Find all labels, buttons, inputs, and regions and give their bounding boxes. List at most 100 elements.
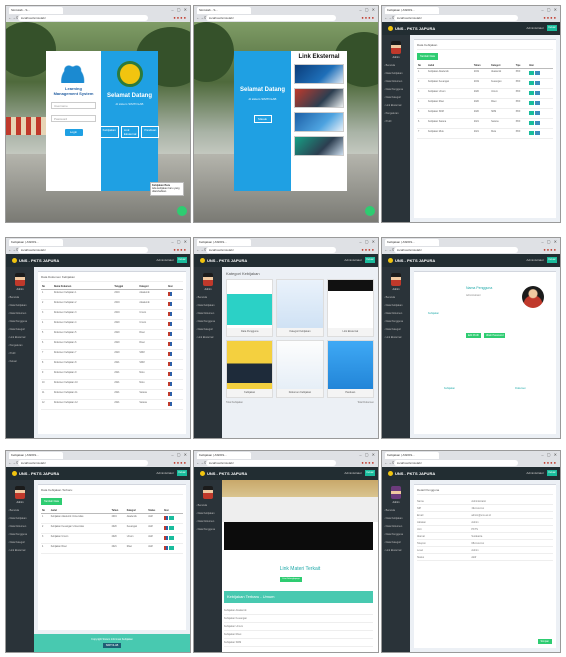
sidebar-item[interactable]: Data Dokumen [382, 525, 410, 528]
sidebar-item[interactable]: Data Kategori [6, 541, 34, 544]
view-icon[interactable] [534, 121, 540, 125]
browser-tab[interactable]: Kebijakan | ASPAS... [385, 7, 439, 14]
address-bar[interactable]: localhost/simtolab/ [206, 247, 336, 253]
save-button[interactable]: Simpan [537, 639, 552, 644]
username-field[interactable]: Username [51, 102, 96, 109]
sidebar-item[interactable]: Beranda [6, 509, 34, 512]
view-icon[interactable] [534, 81, 540, 85]
edit-profile-button[interactable]: Edit Profil [466, 333, 481, 338]
edit-icon[interactable] [168, 536, 174, 540]
sidebar-item[interactable]: Data Dokumen [194, 520, 222, 523]
app-name[interactable]: UNS - PKTS JAPURA [388, 471, 435, 477]
policy-button[interactable]: Kebijakan [99, 126, 119, 138]
address-bar[interactable]: localhost/simtolab/ [394, 247, 518, 253]
logout-button[interactable]: Keluar [177, 470, 187, 476]
window-controls[interactable]: – ▢ ✕ [541, 7, 558, 12]
app-name[interactable]: UNS - PKTS JAPURA [12, 471, 59, 477]
window-controls[interactable]: – ▢ ✕ [359, 452, 376, 457]
extension-icons[interactable]: ●●●● [543, 15, 557, 20]
add-button[interactable]: Tambah Data [41, 498, 62, 505]
sidebar-item[interactable]: Data Dokumen [382, 312, 410, 315]
sidebar-item[interactable]: Beranda [382, 296, 410, 299]
sidebar-item[interactable]: Data Dokumen [194, 312, 222, 315]
sidebar-item[interactable]: Data Kebijakan [194, 304, 222, 307]
window-controls[interactable]: – ▢ ✕ [541, 452, 558, 457]
sidebar-item[interactable]: Data Pengguna [382, 320, 410, 323]
address-bar[interactable]: localhost/simtolab/ [206, 15, 336, 21]
sidebar-item[interactable]: Data Kebijakan [382, 304, 410, 307]
extension-icons[interactable]: ●●●● [543, 460, 557, 465]
external-link-banner[interactable] [294, 112, 344, 132]
window-controls[interactable]: – ▢ ✕ [541, 239, 558, 244]
sidebar-item[interactable]: Beranda [194, 504, 222, 507]
extension-icons[interactable]: ●●●● [173, 247, 187, 252]
address-bar[interactable]: localhost/simtolab/ [18, 460, 148, 466]
edit-icon[interactable] [168, 516, 174, 520]
sidebar-item[interactable]: Beranda [194, 296, 222, 299]
sidebar-item[interactable]: Data Kebijakan [6, 517, 34, 520]
browser-tab[interactable]: Simtolab - S... [9, 7, 63, 14]
document-icon[interactable] [167, 402, 172, 406]
window-controls[interactable]: – ▢ ✕ [171, 452, 188, 457]
video-banner[interactable] [224, 522, 373, 550]
extension-icons[interactable]: ●●●● [361, 460, 375, 465]
browser-tab[interactable]: Kebijakan | ASPAS... [197, 452, 251, 459]
add-button[interactable]: Tambah Data [417, 53, 438, 60]
list-item[interactable]: Kebijakan Umum [224, 623, 373, 631]
logout-button[interactable]: Keluar [177, 257, 187, 263]
external-link-banner[interactable] [294, 64, 344, 84]
chat-fab-icon[interactable] [177, 206, 187, 216]
address-bar[interactable]: localhost/simtolab/ [18, 247, 148, 253]
category-card[interactable]: Kategori Kebijakan [276, 279, 324, 337]
sidebar-item[interactable]: Data Dokumen [6, 525, 34, 528]
sidebar-item[interactable]: Data Pengguna [194, 528, 222, 531]
topbar-user[interactable]: Administrator [156, 258, 174, 262]
browser-tab[interactable]: Kebijakan | ASPAS... [197, 239, 251, 246]
browser-tab[interactable]: Simtolab - S... [197, 7, 251, 14]
sidebar-item[interactable]: Data Kategori [382, 328, 410, 331]
edit-icon[interactable] [528, 91, 534, 95]
login-button[interactable]: Login [64, 129, 83, 136]
edit-icon[interactable] [528, 81, 534, 85]
document-icon[interactable] [167, 352, 172, 356]
app-name[interactable]: UNS - PKTS JAPURA [12, 258, 59, 264]
topbar-user[interactable]: Administrator [526, 258, 544, 262]
list-item[interactable]: Kebijakan Keuangan [224, 615, 373, 623]
app-name[interactable]: UNS - PKTS JAPURA [388, 26, 435, 32]
category-card[interactable]: Dokumen Kebijakan [276, 340, 324, 398]
notification-toast[interactable]: Kebijakan Baru Ada kebijakan baru yang d… [150, 182, 184, 196]
topbar-user[interactable]: Administrator [526, 471, 544, 475]
sidebar-item[interactable]: Link Eksternal [382, 336, 410, 339]
category-card[interactable]: Link Eksternal [326, 279, 374, 337]
sidebar-item[interactable]: Data Kebijakan [194, 512, 222, 515]
sidebar-item[interactable]: Link Eksternal [6, 336, 34, 339]
edit-icon[interactable] [528, 121, 534, 125]
sidebar-item[interactable]: Profil [382, 120, 410, 123]
edit-icon[interactable] [168, 526, 174, 530]
sidebar-item[interactable]: Pengaturan [382, 112, 410, 115]
sidebar-item[interactable]: Keluar [6, 360, 34, 363]
sidebar-item[interactable]: Beranda [382, 509, 410, 512]
browser-tab[interactable]: Kebijakan | ASPAS... [9, 452, 63, 459]
sidebar-item[interactable]: Link Eksternal [382, 549, 410, 552]
sidebar-item[interactable]: Data Pengguna [6, 533, 34, 536]
address-bar[interactable]: localhost/simtolab/ [206, 460, 336, 466]
category-card[interactable]: Panduan [326, 340, 374, 398]
logout-button[interactable]: Keluar [547, 25, 557, 31]
change-password-button[interactable]: Ubah Password [483, 333, 506, 338]
document-icon[interactable] [163, 526, 168, 530]
enter-button[interactable]: Masuk [253, 115, 272, 123]
document-icon[interactable] [163, 546, 168, 550]
app-name[interactable]: UNS - PKTS JAPURA [200, 471, 247, 477]
window-controls[interactable]: – ▢ ✕ [359, 7, 376, 12]
external-link-button[interactable]: Link Eksternal [120, 126, 140, 138]
extension-icons[interactable]: ●●●● [361, 247, 375, 252]
document-icon[interactable] [167, 382, 172, 386]
sidebar-item[interactable]: Data Pengguna [382, 533, 410, 536]
document-icon[interactable] [167, 302, 172, 306]
browser-tab[interactable]: Kebijakan | ASPAS... [385, 239, 439, 246]
document-icon[interactable] [167, 322, 172, 326]
topbar-user[interactable]: Administrator [156, 471, 174, 475]
guide-button[interactable]: Panduan [141, 126, 160, 138]
sidebar-item[interactable]: Beranda [382, 64, 410, 67]
